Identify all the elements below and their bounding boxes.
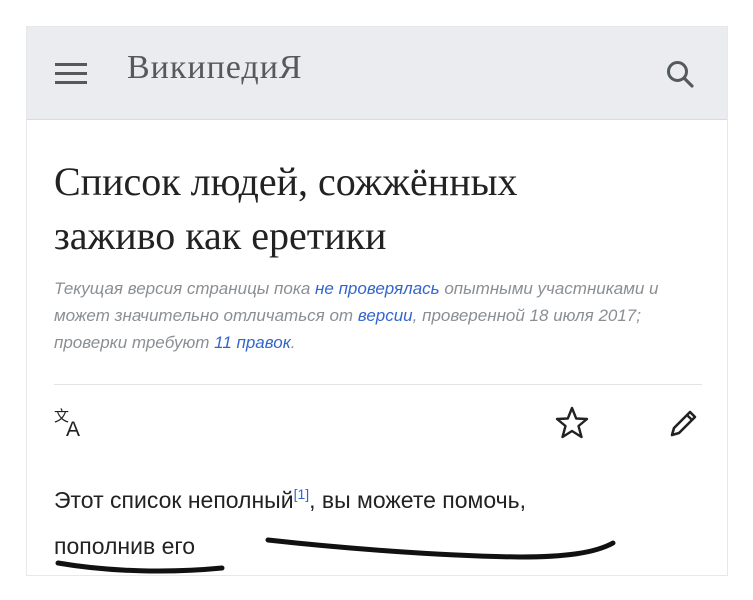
top-header: ВикипедиЯ (27, 27, 727, 120)
revision-text-1: Текущая версия страницы пока (54, 279, 316, 298)
mobile-page-frame: ВикипедиЯ Список людей, сожжённых заживо… (26, 26, 728, 576)
svg-text:A: A (66, 418, 80, 439)
search-icon[interactable] (665, 59, 695, 89)
pending-edits-link[interactable]: 11 правок (214, 333, 291, 352)
language-icon[interactable]: 文 A (53, 405, 87, 439)
version-link[interactable]: версии (358, 306, 413, 325)
reference-link[interactable]: [1] (294, 486, 310, 502)
expand-it-link[interactable]: пополнив его (54, 533, 195, 559)
incomplete-list-notice: Этот список неполный[1], вы можете помоч… (54, 477, 714, 569)
page-title-line2: заживо как еретики (54, 213, 387, 258)
divider (54, 384, 702, 385)
page-title-line1: Список людей, сожжённых (54, 159, 518, 204)
pencil-icon[interactable] (664, 405, 700, 441)
revision-text-4: . (290, 333, 296, 352)
page-title: Список людей, сожжённых заживо как ерети… (54, 155, 704, 263)
notice-text-after: , вы можете помочь, (309, 487, 526, 513)
star-icon[interactable] (554, 405, 590, 441)
notice-text-before: Этот список неполный (54, 487, 294, 513)
unverified-link[interactable]: не проверялась (315, 279, 440, 298)
revision-notice: Текущая версия страницы пока не проверял… (54, 275, 704, 356)
hamburger-menu-icon[interactable] (55, 61, 91, 87)
wikipedia-logo[interactable]: ВикипедиЯ (127, 49, 303, 87)
